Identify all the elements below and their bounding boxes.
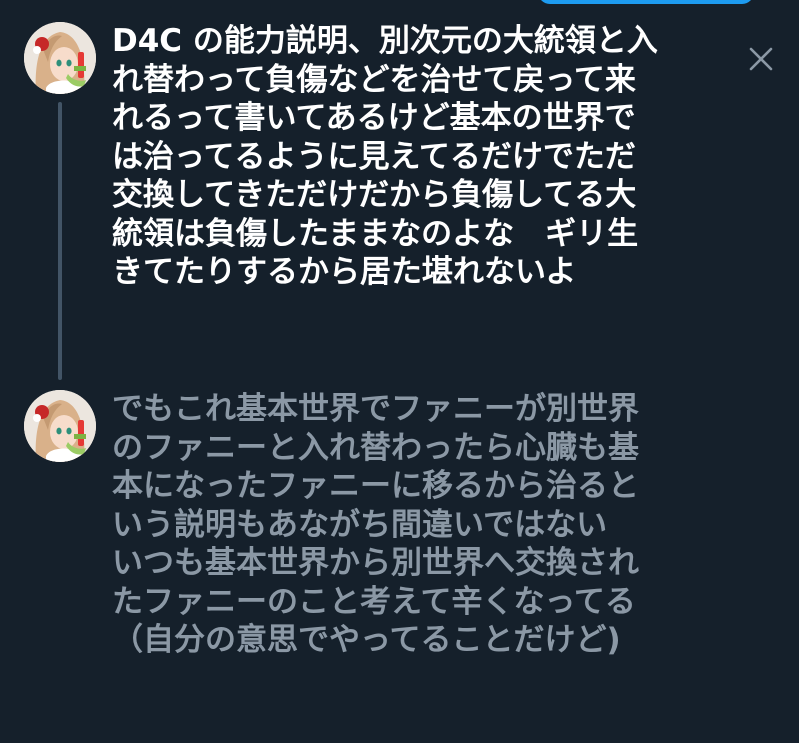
avatar[interactable]	[24, 390, 96, 462]
avatar-image	[24, 22, 96, 94]
reply-text: D4C の能力説明、別次元の大統領と入 れ替わって負傷などを治せて戻って来 れる…	[112, 23, 658, 290]
reply-text: でもこれ基本世界でファニーが別世界 のファニーと入れ替わったら心臓も基 本になっ…	[112, 391, 639, 658]
thread-screen: D4C の能力説明、別次元の大統領と入 れ替わって負傷などを治せて戻って来 れる…	[0, 0, 799, 743]
avatar-image	[24, 390, 96, 462]
close-icon	[749, 47, 773, 71]
close-button[interactable]	[741, 40, 781, 80]
thread-connector-line	[58, 102, 62, 380]
reply-button-top[interactable]	[538, 0, 754, 4]
avatar[interactable]	[24, 22, 96, 94]
